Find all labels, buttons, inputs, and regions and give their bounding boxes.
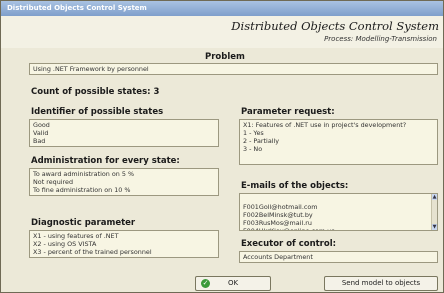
identifier-label: Identifier of possible states bbox=[31, 107, 164, 117]
executor-label: Executor of control: bbox=[241, 239, 337, 249]
scroll-up-arrow-icon[interactable]: ▲ bbox=[432, 194, 437, 200]
scroll-down-arrow-icon[interactable]: ▼ bbox=[432, 224, 437, 230]
problem-label: Problem bbox=[205, 52, 245, 62]
identifier-states-field[interactable]: Good Valid Bad bbox=[29, 119, 219, 147]
send-model-button[interactable]: Send model to objects bbox=[324, 276, 438, 291]
diagnostic-field[interactable]: X1 - using features of .NET X2 - using O… bbox=[29, 230, 219, 258]
ok-button[interactable]: ✓ OK bbox=[195, 276, 271, 291]
diagnostic-label: Diagnostic parameter bbox=[31, 218, 136, 228]
main-window: Distributed Objects Control System Distr… bbox=[0, 0, 444, 293]
administration-label: Administration for every state: bbox=[31, 156, 180, 166]
states-count-text: Count of possible states: 3 bbox=[31, 87, 160, 97]
emails-label: E-mails of the objects: bbox=[241, 181, 349, 191]
administration-field[interactable]: To award administration on 5 % Not requi… bbox=[29, 168, 219, 196]
app-title: Distributed Objects Control System bbox=[231, 19, 439, 33]
header-area: Distributed Objects Control System Proce… bbox=[1, 16, 443, 48]
ok-button-label: OK bbox=[227, 279, 239, 287]
emails-list[interactable]: F001Goll@hotmail.com F002BelMinsk@tut.by… bbox=[239, 193, 438, 231]
check-icon: ✓ bbox=[201, 279, 210, 288]
parameter-request-field[interactable]: X1: Features of .NET use in project's de… bbox=[239, 119, 438, 165]
app-subtitle: Process: Modelling-Transmission bbox=[324, 35, 437, 43]
executor-field[interactable]: Accounts Department bbox=[239, 251, 438, 263]
parameter-request-label: Parameter request: bbox=[241, 107, 335, 117]
emails-scrollbar[interactable]: ▲ ▼ bbox=[431, 194, 437, 230]
problem-field[interactable]: Using .NET Framework by personnel bbox=[29, 63, 438, 75]
emails-list-text: F001Goll@hotmail.com F002BelMinsk@tut.by… bbox=[243, 203, 336, 231]
window-title-bar[interactable]: Distributed Objects Control System bbox=[1, 1, 443, 16]
